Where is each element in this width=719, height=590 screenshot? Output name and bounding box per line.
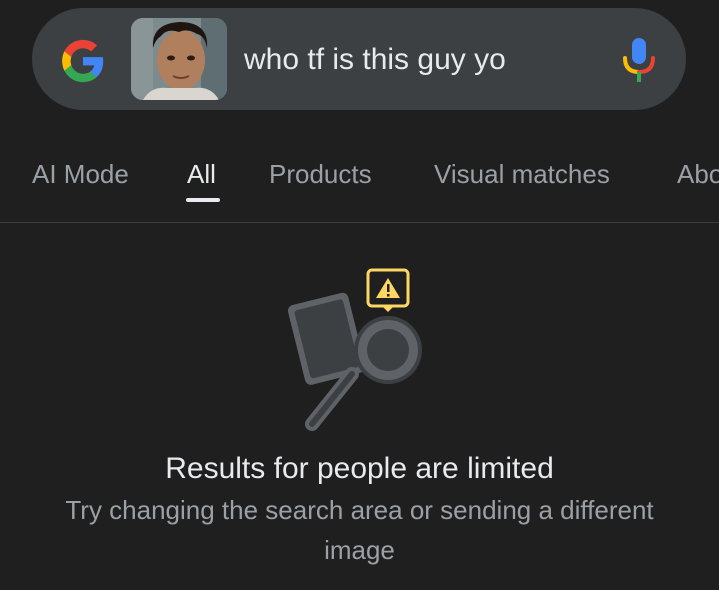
tab-all[interactable]: All <box>187 158 216 190</box>
google-lens-results-page: who tf is this guy yo AI Mode All Produc… <box>0 0 719 590</box>
tab-products[interactable]: Products <box>269 158 372 190</box>
google-g-icon[interactable] <box>60 38 106 84</box>
tabs-divider <box>0 222 719 223</box>
tab-about[interactable]: Abo <box>677 158 719 190</box>
tab-visual-matches[interactable]: Visual matches <box>434 158 610 190</box>
tab-ai-mode[interactable]: AI Mode <box>32 158 129 190</box>
microphone-icon[interactable] <box>620 36 658 84</box>
magnifier-warning-icon <box>287 268 422 431</box>
limited-results-description: Try changing the search area or sending … <box>65 495 654 565</box>
active-tab-indicator <box>186 198 220 202</box>
results-tabs: AI Mode All Products Visual matches Abo <box>0 150 719 220</box>
search-query-text[interactable]: who tf is this guy yo <box>244 40 506 80</box>
uploaded-image-thumbnail[interactable] <box>131 18 227 100</box>
limited-results-heading: Results for people are limited <box>165 452 554 485</box>
